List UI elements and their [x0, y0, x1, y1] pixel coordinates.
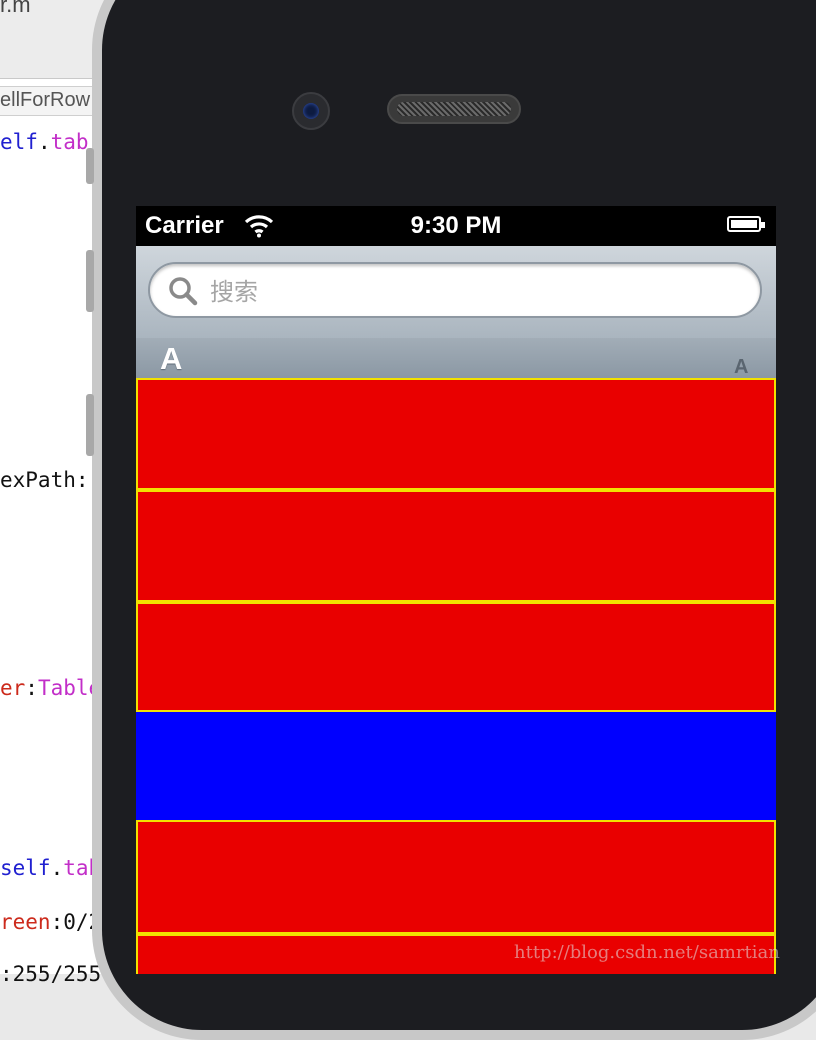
- table-cell[interactable]: [136, 712, 776, 820]
- search-bar: [136, 246, 776, 339]
- code-token: self: [0, 856, 51, 880]
- section-header-title: A: [160, 341, 183, 376]
- volume-down-button[interactable]: [86, 394, 94, 456]
- section-index-item[interactable]: A: [734, 356, 748, 379]
- search-icon: [169, 277, 198, 306]
- watermark: http://blog.csdn.net/samrtian: [514, 942, 780, 963]
- table-cell[interactable]: [136, 490, 776, 602]
- volume-up-button[interactable]: [86, 250, 94, 312]
- clock: 9:30 PM: [410, 212, 502, 239]
- code-token: exPath:: [0, 468, 89, 492]
- code-token: er: [0, 676, 26, 700]
- battery-icon: [727, 216, 765, 232]
- code-token: :: [25, 676, 38, 700]
- editor-title: r.m: [0, 0, 31, 17]
- code-line: self.tab: [0, 856, 101, 880]
- section-header: A A: [136, 338, 776, 379]
- code-line: :255/255: [0, 962, 101, 986]
- table-cell[interactable]: [136, 378, 776, 490]
- table-cell[interactable]: [136, 602, 776, 712]
- code-token: .: [37, 130, 51, 154]
- status-bar: Carrier 9:30 PM: [136, 206, 776, 246]
- front-camera: [292, 92, 330, 130]
- code-token: :255/255: [0, 962, 102, 986]
- search-input[interactable]: [208, 272, 752, 312]
- code-line: er:Table: [0, 676, 101, 700]
- mute-switch[interactable]: [86, 148, 94, 184]
- earpiece-speaker: [387, 94, 521, 124]
- table-cell[interactable]: [136, 820, 776, 934]
- search-field[interactable]: [148, 262, 762, 318]
- simulator-screen: Carrier 9:30 PM A A: [136, 206, 776, 974]
- code-line: elf.tab: [0, 130, 89, 154]
- code-line: reen:0/2: [0, 910, 101, 934]
- jump-bar-label: ellForRow: [0, 89, 91, 111]
- code-token: .: [50, 856, 64, 880]
- code-token: tab: [50, 130, 89, 154]
- code-line: exPath:: [0, 468, 89, 492]
- code-token: elf: [0, 130, 38, 154]
- code-token: reen: [0, 910, 51, 934]
